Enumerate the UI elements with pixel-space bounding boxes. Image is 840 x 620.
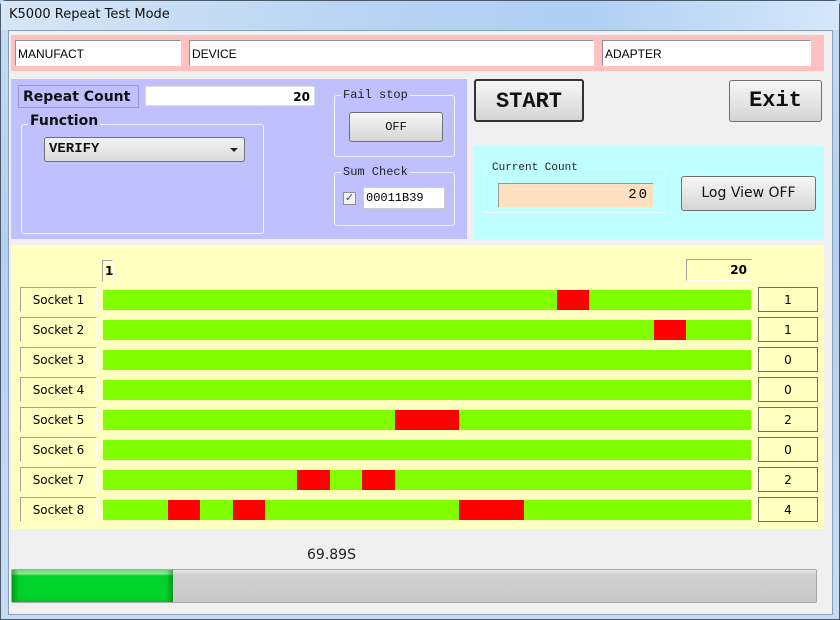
fail-segment — [427, 410, 460, 430]
log-view-toggle-button[interactable]: Log View OFF — [681, 176, 816, 211]
manufacturer-field[interactable]: MANUFACT — [15, 40, 181, 66]
repeat-count-input[interactable]: 20 — [145, 86, 315, 106]
progress-bar — [11, 569, 817, 603]
socket-fail-count: 4 — [758, 497, 818, 522]
socket-fail-count: 1 — [758, 317, 818, 342]
client-area: MANUFACT DEVICE ADAPTER Repeat Count 20 … — [8, 30, 833, 615]
fail-segment — [232, 500, 265, 520]
socket-result-bar — [103, 500, 751, 520]
start-button[interactable]: START — [474, 79, 584, 122]
socket-result-bar — [103, 470, 751, 490]
socket-fail-count: 1 — [758, 287, 818, 312]
socket-fail-count: 0 — [758, 437, 818, 462]
socket-label: Socket 5 — [20, 407, 97, 432]
socket-label: Socket 4 — [20, 377, 97, 402]
last-iteration-label: 20 — [686, 259, 752, 281]
fail-stop-label: Fail stop — [341, 88, 410, 102]
fail-segment — [362, 470, 395, 490]
elapsed-time: 69.89S — [307, 547, 356, 563]
sum-check-value[interactable]: 00011B39 — [363, 187, 445, 209]
socket-result-bar — [103, 440, 751, 460]
fail-segment — [653, 320, 687, 340]
function-group: Function VERIFY — [21, 113, 264, 234]
socket-label: Socket 7 — [20, 467, 97, 492]
repeat-count-label: Repeat Count — [18, 85, 139, 108]
adapter-field[interactable]: ADAPTER — [602, 40, 811, 66]
socket-result-bar — [103, 380, 751, 400]
settings-panel: Repeat Count 20 Function VERIFY Fail sto… — [11, 79, 467, 239]
fail-segment — [394, 410, 427, 430]
current-count-label: Current Count — [490, 162, 580, 174]
socket-label: Socket 1 — [20, 287, 97, 312]
checkmark-icon: ✓ — [344, 192, 355, 204]
socket-label: Socket 3 — [20, 347, 97, 372]
socket-label: Socket 2 — [20, 317, 97, 342]
socket-result-bar — [103, 410, 751, 430]
fail-stop-toggle-button[interactable]: OFF — [349, 112, 443, 142]
sum-check-label: Sum Check — [341, 165, 410, 179]
window-title: K5000 Repeat Test Mode — [9, 7, 170, 22]
fail-stop-group: Fail stop OFF — [334, 88, 455, 157]
socket-result-bar — [103, 350, 751, 370]
socket-fail-count: 0 — [758, 347, 818, 372]
device-field[interactable]: DEVICE — [189, 40, 594, 66]
current-count-value: 20 — [498, 183, 653, 207]
title-bar[interactable]: K5000 Repeat Test Mode — [1, 1, 839, 30]
socket-label: Socket 6 — [20, 437, 97, 462]
device-info-strip: MANUFACT DEVICE ADAPTER — [11, 35, 824, 71]
chevron-down-icon — [230, 148, 238, 152]
socket-result-bar — [103, 320, 751, 340]
socket-label: Socket 8 — [20, 497, 97, 522]
status-panel: Current Count 20 Log View OFF — [474, 146, 824, 239]
app-window: K5000 Repeat Test Mode MANUFACT DEVICE A… — [0, 0, 840, 620]
function-selected-value: VERIFY — [49, 141, 100, 157]
fail-segment — [167, 500, 201, 520]
fail-segment — [556, 290, 589, 310]
socket-fail-count: 2 — [758, 407, 818, 432]
fail-segment — [491, 500, 525, 520]
socket-result-bar — [103, 290, 751, 310]
exit-button[interactable]: Exit — [729, 80, 822, 122]
first-iteration-label: 1 — [102, 260, 113, 282]
fail-segment — [459, 500, 492, 520]
results-panel: 1 20 Socket 1 1 Socket 2 1 Socket 3 0 Socket 4… — [11, 245, 824, 529]
function-label: Function — [28, 113, 101, 129]
sum-check-group: Sum Check ✓ 00011B39 — [334, 165, 455, 226]
fail-segment — [297, 470, 330, 490]
socket-fail-count: 0 — [758, 377, 818, 402]
socket-fail-count: 2 — [758, 467, 818, 492]
progress-bar-fill — [12, 570, 173, 602]
function-select[interactable]: VERIFY — [44, 137, 245, 162]
sum-check-checkbox[interactable]: ✓ — [343, 192, 356, 205]
current-count-group: Current Count 20 — [483, 162, 666, 213]
